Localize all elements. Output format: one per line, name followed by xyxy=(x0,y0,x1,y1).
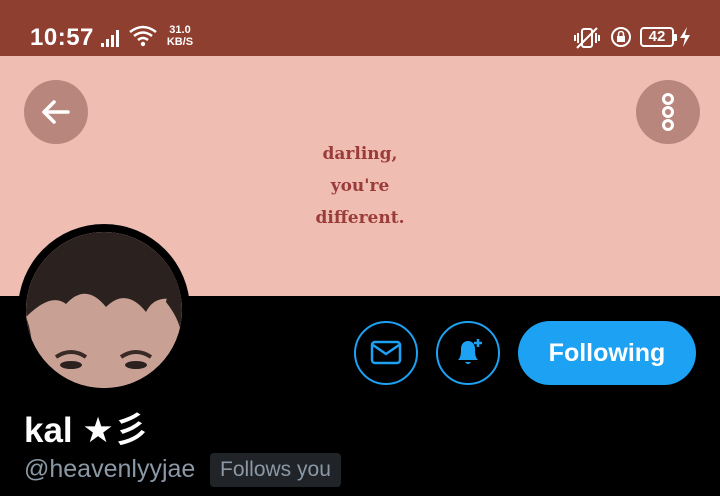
username-handle: @heavenlyyjae xyxy=(24,455,196,483)
status-time: 10:57 xyxy=(30,24,94,51)
following-button[interactable]: Following xyxy=(518,321,696,385)
wifi-icon xyxy=(129,25,157,47)
avatar-photo xyxy=(26,232,182,388)
bell-plus-icon xyxy=(458,339,482,364)
banner-quote-line: you're xyxy=(330,176,390,196)
battery-icon: 42 xyxy=(640,27,677,47)
banner-quote: darling, you're different. xyxy=(260,138,460,234)
follows-you-badge: Follows you xyxy=(210,453,341,487)
more-options-button[interactable] xyxy=(636,80,700,144)
arrow-left-icon xyxy=(42,100,70,124)
more-vertical-icon xyxy=(662,93,674,131)
display-name: kal ★彡 xyxy=(24,411,149,450)
message-button[interactable] xyxy=(354,321,418,385)
notifications-button[interactable] xyxy=(436,321,500,385)
banner-quote-line: different. xyxy=(315,208,405,228)
network-speed-value: 31.0 xyxy=(169,24,191,36)
battery-level: 42 xyxy=(648,28,666,45)
banner-quote-line: darling, xyxy=(322,144,398,164)
avatar-image xyxy=(26,232,182,388)
avatar[interactable] xyxy=(18,224,190,396)
network-speed: 31.0 KB/S xyxy=(160,24,200,48)
vibrate-off-icon xyxy=(574,27,600,49)
network-speed-unit: KB/S xyxy=(166,36,194,48)
signal-icon xyxy=(101,30,119,47)
rotation-lock-icon xyxy=(611,27,631,47)
back-button[interactable] xyxy=(24,80,88,144)
envelope-icon xyxy=(370,340,402,365)
profile-screen: 10:57 31.0 KB/S 42 darling, you're diffe… xyxy=(0,0,720,496)
charging-bolt-icon xyxy=(680,27,690,47)
status-bar: 10:57 31.0 KB/S 42 xyxy=(0,0,720,56)
